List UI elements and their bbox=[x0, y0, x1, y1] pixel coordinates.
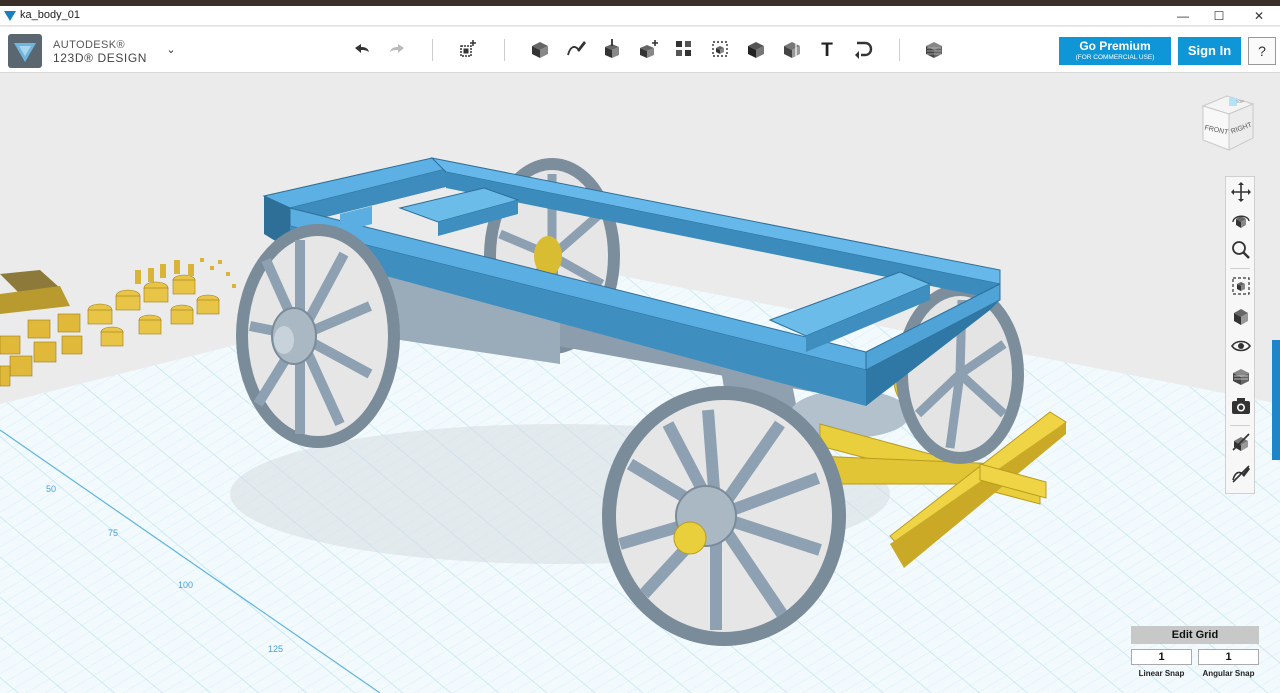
primitives-icon[interactable] bbox=[528, 37, 552, 61]
angular-snap-input[interactable]: 1 bbox=[1198, 649, 1259, 665]
navbar-separator bbox=[1230, 268, 1250, 269]
linear-snap-label: Linear Snap bbox=[1138, 669, 1185, 678]
help-button[interactable]: ? bbox=[1248, 37, 1276, 65]
viewport-side-tab[interactable] bbox=[1272, 340, 1280, 460]
construct-icon[interactable] bbox=[600, 37, 624, 61]
undo-icon[interactable] bbox=[350, 37, 374, 61]
view-cube[interactable]: FRONT RIGHT TOP bbox=[1195, 92, 1259, 156]
minimize-button[interactable]: — bbox=[1168, 8, 1198, 24]
ruler-label-50: 50 bbox=[46, 484, 56, 494]
maximize-button[interactable]: ☐ bbox=[1204, 8, 1234, 24]
window-title: ka_body_01 bbox=[20, 9, 80, 21]
go-premium-sublabel: (FOR COMMERCIAL USE) bbox=[1075, 54, 1155, 61]
rear-wheel-front[interactable] bbox=[236, 224, 400, 448]
app-brand-logo-icon[interactable] bbox=[8, 34, 42, 68]
sketch-visibility-icon[interactable] bbox=[1230, 463, 1252, 485]
ruler-label-125: 125 bbox=[268, 644, 283, 654]
go-premium-label: Go Premium bbox=[1079, 39, 1151, 53]
sign-in-button[interactable]: Sign In bbox=[1178, 37, 1241, 65]
combine-icon[interactable] bbox=[744, 37, 768, 61]
pan-icon[interactable] bbox=[1230, 181, 1252, 203]
zoom-icon[interactable] bbox=[1230, 239, 1252, 261]
angular-snap-label: Angular Snap bbox=[1202, 669, 1255, 678]
front-wheel-front[interactable] bbox=[602, 386, 846, 646]
text-icon[interactable]: T bbox=[815, 37, 839, 61]
measure-icon[interactable] bbox=[780, 37, 804, 61]
toolbar-separator bbox=[432, 39, 433, 61]
ruler-label-100: 100 bbox=[178, 580, 193, 590]
navbar-separator bbox=[1230, 425, 1250, 426]
fit-icon[interactable] bbox=[1230, 275, 1252, 297]
snap-icon[interactable] bbox=[851, 37, 875, 61]
materials-icon[interactable] bbox=[1230, 365, 1252, 387]
material-icon[interactable] bbox=[922, 37, 946, 61]
ruler-label-75: 75 bbox=[108, 528, 118, 538]
camera-icon[interactable] bbox=[1230, 395, 1252, 417]
go-premium-button[interactable]: Go Premium (FOR COMMERCIAL USE) bbox=[1059, 37, 1171, 65]
3d-viewport[interactable]: 50 75 100 125 bbox=[0, 74, 1280, 693]
grouping-icon[interactable] bbox=[708, 37, 732, 61]
pattern-icon[interactable] bbox=[672, 37, 696, 61]
navigation-bar bbox=[1225, 176, 1255, 494]
linear-snap-input[interactable]: 1 bbox=[1131, 649, 1192, 665]
brand-line-2: 123D® DESIGN bbox=[53, 51, 148, 65]
view-mode-icon[interactable] bbox=[1230, 305, 1252, 327]
transform-icon[interactable] bbox=[456, 37, 480, 61]
view-cube-top-label[interactable]: TOP bbox=[1236, 99, 1244, 104]
orbit-icon[interactable] bbox=[1230, 210, 1252, 232]
sketch-icon[interactable] bbox=[564, 37, 588, 61]
3d-scene[interactable]: 50 75 100 125 bbox=[0, 74, 1280, 693]
redo-icon[interactable] bbox=[385, 37, 409, 61]
title-bar: ka_body_01 — ☐ ✕ bbox=[0, 6, 1280, 26]
brand-name: AUTODESK® 123D® DESIGN bbox=[53, 39, 147, 65]
toolbar-separator bbox=[504, 39, 505, 61]
main-toolbar: AUTODESK® 123D® DESIGN ⌄ T Go Premium (F… bbox=[0, 27, 1280, 73]
grid-settings-panel: Edit Grid 1 1 Linear Snap Angular Snap bbox=[1131, 626, 1259, 684]
text-tool-glyph: T bbox=[821, 40, 833, 61]
close-button[interactable]: ✕ bbox=[1244, 8, 1274, 24]
modify-icon[interactable] bbox=[636, 37, 660, 61]
edit-grid-button[interactable]: Edit Grid bbox=[1131, 626, 1259, 644]
chevron-down-icon[interactable]: ⌄ bbox=[163, 43, 179, 57]
toolbar-separator bbox=[899, 39, 900, 61]
show-hide-icon[interactable] bbox=[1230, 431, 1252, 453]
app-logo-icon bbox=[4, 11, 16, 21]
eye-icon[interactable] bbox=[1230, 335, 1252, 357]
